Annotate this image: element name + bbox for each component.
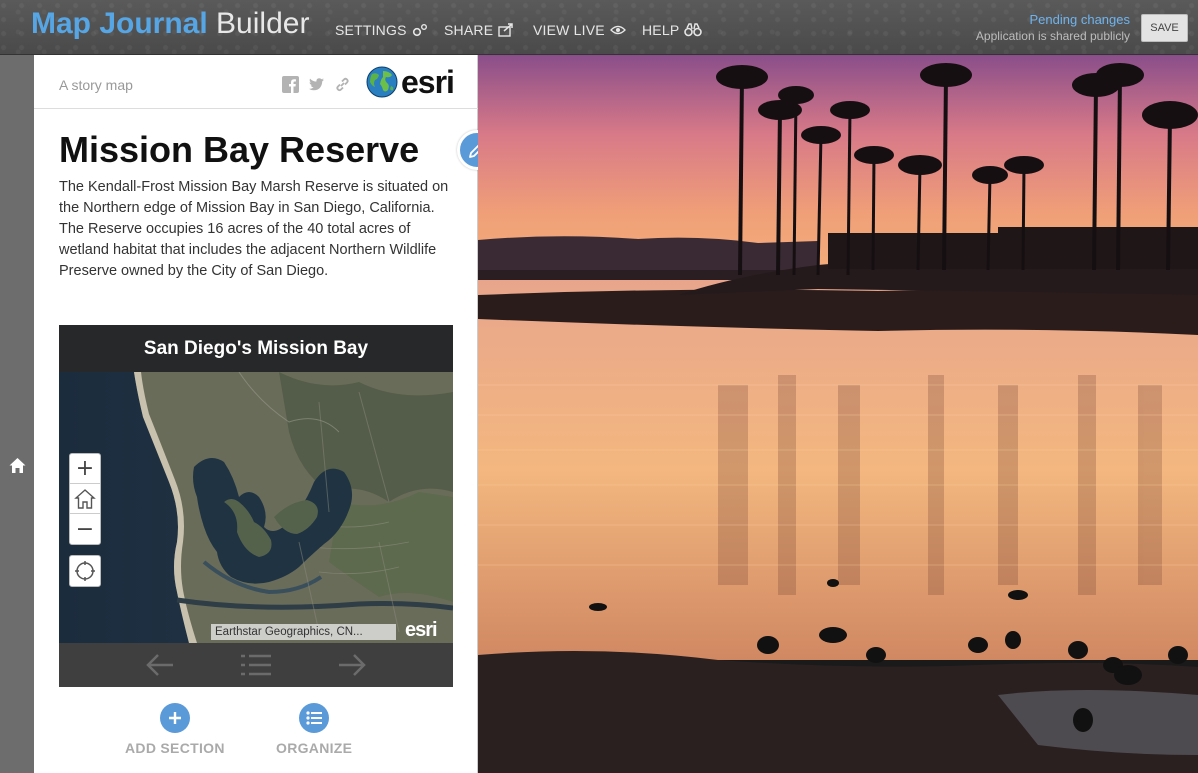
crosshair-icon	[75, 561, 95, 581]
map-title: San Diego's Mission Bay	[143, 337, 369, 359]
organize-label: ORGANIZE	[276, 740, 353, 756]
satellite-imagery[interactable]	[59, 372, 453, 643]
add-section-label: ADD SECTION	[125, 740, 225, 756]
share-button[interactable]: SHARE	[444, 22, 514, 38]
facebook-icon[interactable]	[282, 76, 299, 93]
app-title-secondary: Builder	[216, 7, 310, 40]
section-title: Mission Bay Reserve	[59, 129, 420, 170]
share-label: SHARE	[444, 22, 494, 38]
add-section-button[interactable]: ADD SECTION	[125, 703, 225, 756]
map-esri-logo: esri	[405, 619, 438, 641]
twitter-icon[interactable]	[308, 76, 325, 93]
arrow-left-icon[interactable]	[145, 653, 175, 677]
zoom-controls: + −	[69, 453, 101, 545]
help-button[interactable]: HELP	[642, 22, 703, 38]
home-icon	[74, 488, 96, 509]
app-title-primary: Map Journal	[31, 7, 208, 40]
panel-header: A story map esri	[34, 55, 478, 109]
share-icon	[498, 23, 513, 37]
side-panel: A story map esri Mission Bay Reserve The…	[34, 55, 497, 773]
map-navigation-bar	[59, 643, 453, 687]
esri-logo[interactable]: esri	[366, 64, 455, 100]
sharing-status: Application is shared publicly	[975, 29, 1130, 43]
globe-icon	[366, 66, 398, 98]
sunset-photo	[478, 55, 1198, 773]
link-icon[interactable]	[334, 76, 351, 93]
settings-button[interactable]: SETTINGS	[335, 22, 428, 38]
add-section-circle	[159, 703, 190, 733]
home-icon[interactable]	[9, 457, 26, 474]
organize-circle	[299, 703, 330, 733]
zoom-in-button[interactable]: +	[70, 454, 100, 484]
eye-icon	[609, 25, 626, 35]
esri-logo-text: esri	[401, 64, 455, 100]
view-live-label: VIEW LIVE	[533, 22, 605, 38]
gears-icon	[412, 24, 427, 37]
list-icon	[306, 711, 323, 725]
locate-button[interactable]	[70, 556, 100, 586]
locate-control	[69, 555, 101, 587]
save-button[interactable]: SAVE	[1141, 14, 1188, 42]
settings-label: SETTINGS	[335, 22, 407, 38]
builder-header: Map Journal Builder SETTINGS SHARE VIEW …	[0, 0, 1198, 55]
plus-icon	[168, 712, 181, 724]
app-title: Map Journal Builder	[31, 7, 309, 41]
tagline: A story map	[59, 77, 133, 93]
embedded-map[interactable]: San Diego's Mission Bay + − Earthstar Ge…	[59, 325, 453, 687]
map-title-bar: San Diego's Mission Bay	[59, 325, 453, 372]
left-gutter	[0, 55, 34, 773]
organize-button[interactable]: ORGANIZE	[276, 703, 352, 756]
arrow-right-icon[interactable]	[337, 653, 367, 677]
zoom-out-button[interactable]: −	[70, 514, 100, 544]
main-stage-photo	[478, 55, 1198, 773]
binoculars-icon	[684, 23, 703, 37]
map-home-button[interactable]	[70, 484, 100, 514]
view-live-button[interactable]: VIEW LIVE	[533, 22, 626, 38]
section-description: The Kendall-Frost Mission Bay Marsh Rese…	[59, 179, 449, 279]
list-icon[interactable]	[241, 653, 271, 677]
help-label: HELP	[642, 22, 680, 38]
map-attribution: Earthstar Geographics, CN...	[211, 624, 396, 640]
pending-changes-status: Pending changes	[1029, 12, 1130, 27]
